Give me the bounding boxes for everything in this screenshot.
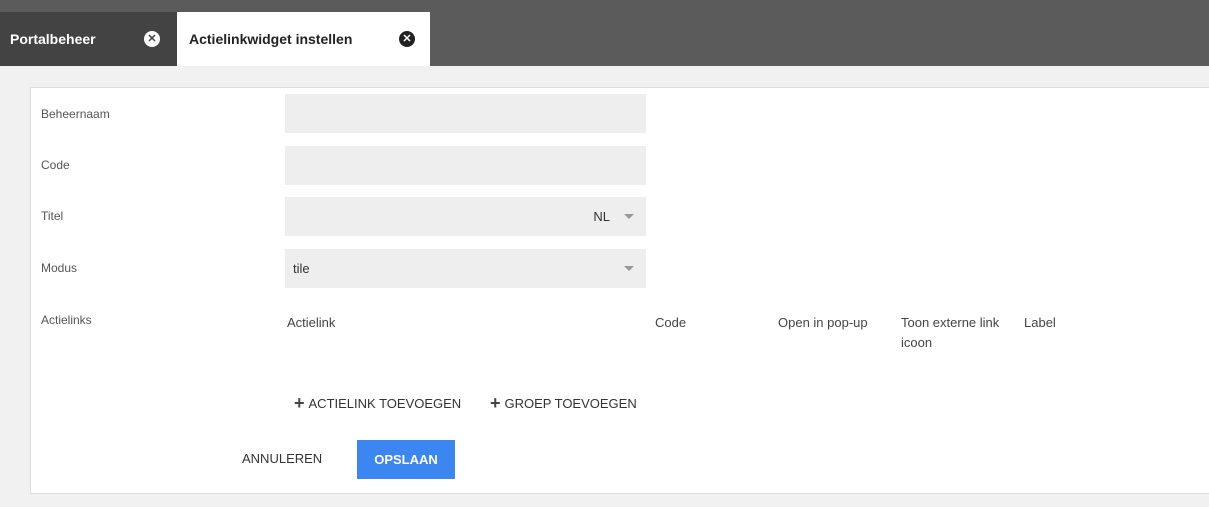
tab-label: Portalbeheer [10,31,96,47]
tab-bar: Portalbeheer ✕ Actielinkwidget instellen… [0,0,1209,66]
titel-input[interactable]: NL [285,197,646,236]
tab-actielinkwidget-instellen[interactable]: Actielinkwidget instellen ✕ [177,12,430,66]
chevron-down-icon[interactable] [624,266,634,271]
column-header-code: Code [655,315,687,330]
plus-icon: + [490,393,501,413]
code-label: Code [41,158,70,172]
tab-label: Actielinkwidget instellen [189,31,353,47]
modus-value: tile [293,261,310,276]
column-header-label: Label [1024,315,1056,330]
column-header-open-in-pop-up: Open in pop-up [778,315,868,330]
column-header-toon-externe-link-icoon: Toon externe link icoon [901,315,1000,350]
modus-select[interactable]: tile [285,249,646,288]
actielinks-label: Actielinks [41,313,92,327]
language-select[interactable]: NL [593,209,610,224]
column-header-actielink: Actielink [287,315,336,330]
beheernaam-label: Beheernaam [41,107,110,121]
add-groep-label: GROEP TOEVOEGEN [504,395,637,411]
cancel-button[interactable]: ANNULEREN [242,451,322,466]
beheernaam-input[interactable] [285,94,646,133]
tab-portalbeheer[interactable]: Portalbeheer ✕ [0,12,177,66]
add-groep-button[interactable]: + GROEP TOEVOEGEN [490,394,637,412]
close-icon[interactable]: ✕ [399,31,415,47]
titel-label: Titel [41,209,64,223]
add-actielink-label: ACTIELINK TOEVOEGEN [308,395,462,411]
close-icon[interactable]: ✕ [144,31,160,47]
plus-icon: + [294,393,305,413]
add-actielink-button[interactable]: + ACTIELINK TOEVOEGEN [294,394,461,412]
modus-label: Modus [41,261,78,275]
chevron-down-icon[interactable] [624,214,634,219]
code-input[interactable] [285,146,646,185]
save-button[interactable]: OPSLAAN [357,440,455,479]
